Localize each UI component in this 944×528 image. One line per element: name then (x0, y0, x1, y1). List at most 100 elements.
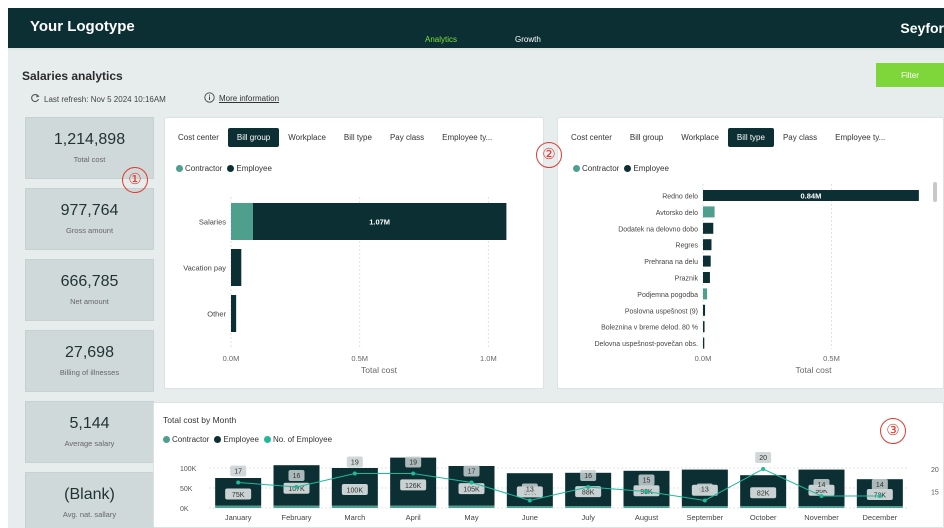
bill-group-chart-panel: Cost center Bill group Workplace Bill ty… (164, 117, 544, 389)
legend-label: Contractor (172, 435, 210, 444)
bar-contractor (740, 506, 787, 508)
panel2-legend: Contractor Employee (573, 164, 669, 173)
bar-contractor (623, 506, 670, 508)
month-label: November (804, 513, 839, 522)
bar-employee (231, 249, 242, 286)
month-label: October (750, 513, 777, 522)
category-label: Other (207, 310, 226, 319)
contractor-swatch (176, 165, 183, 173)
employee-swatch (624, 165, 632, 173)
employee-count-point (294, 485, 299, 489)
y-tick-label: 100K (180, 466, 197, 473)
tab-cost-center[interactable]: Cost center (169, 128, 228, 147)
x-axis-title: Total cost (796, 365, 833, 375)
bill-group-bar-chart[interactable]: 0.0M 0.5M 1.0M Total cost Salaries 1.07M Vacat… (165, 180, 543, 390)
tab-bill-type[interactable]: Bill type (727, 128, 774, 147)
kpi-card-net-amount: 666,785 Net amount (25, 259, 154, 321)
bar-employee (703, 321, 705, 333)
tab-pay-class[interactable]: Pay class (774, 128, 826, 147)
tab-pay-class[interactable]: Pay class (381, 128, 433, 147)
legend-contractor[interactable]: Contractor (163, 435, 209, 444)
kpi-label: Total cost (73, 155, 106, 164)
kpi-label: Avg. nat. sallary (62, 510, 117, 519)
tab-workplace[interactable]: Workplace (672, 128, 728, 147)
chart-title: Total cost by Month (163, 415, 237, 425)
bar-contractor (703, 206, 715, 218)
data-label: 0.84M (801, 192, 822, 201)
kpi-label: Gross amount (65, 226, 114, 235)
bar-employee (703, 304, 706, 316)
data-label: 75K (232, 492, 245, 499)
kpi-value: (Blank) (64, 486, 115, 503)
employee-count-point (877, 494, 882, 498)
contractor-swatch (163, 436, 170, 444)
legend-employee[interactable]: Employee (624, 164, 669, 173)
kpi-card-billing-of-illnesses: 27,698 Billing of illnesses (25, 330, 154, 392)
x-tick-label: 0.0M (223, 354, 240, 363)
tab-bill-group[interactable]: Bill group (227, 128, 280, 147)
legend-label: Contractor (185, 164, 223, 173)
category-label: Praznik (675, 276, 699, 283)
tab-analytics[interactable]: Analytics (425, 35, 457, 44)
count-label: 14 (818, 482, 826, 489)
kpi-value: 1,214,898 (53, 131, 126, 148)
tab-employee-type[interactable]: Employee ty... (826, 128, 894, 147)
count-label: 17 (234, 469, 242, 476)
bar-contractor (798, 506, 845, 508)
category-label: Poslovna uspešnost (9) (625, 308, 698, 315)
bar-employee (703, 239, 712, 251)
tab-cost-center[interactable]: Cost center (562, 128, 621, 147)
refresh-icon[interactable] (30, 93, 40, 105)
count-label: 19 (351, 460, 359, 467)
legend-contractor[interactable]: Contractor (573, 164, 619, 173)
kpi-label: Net amount (70, 297, 109, 306)
legend-employee[interactable]: Employee (214, 435, 259, 444)
filter-button[interactable]: Filter (876, 63, 944, 87)
kpi-card-gross-amount: 977,764 Gross amount (25, 188, 154, 250)
category-label: Salaries (199, 218, 226, 227)
total-cost-by-month-panel: Total cost by Month Contractor Employee … (153, 402, 944, 528)
data-label: 88K (582, 490, 595, 497)
employee-count-point (527, 498, 532, 503)
tab-bill-group[interactable]: Bill group (621, 128, 672, 147)
kpi-label: Billing of illnesses (59, 368, 120, 377)
panel3-legend: Contractor Employee No. of Employee (163, 435, 332, 444)
count-label: 17 (468, 469, 476, 476)
x-tick-label: 1.0M (480, 354, 497, 363)
tab-growth[interactable]: Growth (515, 35, 541, 44)
employee-count-point (586, 485, 591, 489)
bar-contractor (273, 505, 320, 508)
y-tick-label: 50K (180, 486, 193, 493)
tab-workplace[interactable]: Workplace (279, 128, 335, 147)
employee-count-point (819, 494, 824, 498)
more-info-link[interactable]: More information (219, 94, 279, 103)
month-label: January (225, 513, 252, 522)
contractor-swatch (573, 165, 580, 173)
tab-employee-type[interactable]: Employee ty... (433, 128, 501, 147)
panel1-legend: Contractor Employee (176, 164, 272, 173)
category-label: Regres (675, 243, 698, 250)
top-navigation-bar: Your Logotype Analytics Growth Seyfor (8, 8, 944, 48)
annotation-marker-1: ① (122, 167, 148, 193)
legend-employee[interactable]: Employee (227, 164, 272, 173)
x-tick-label: 0.0M (695, 354, 712, 363)
data-label: 1.07M (369, 218, 390, 227)
scrollbar-thumb[interactable] (933, 182, 937, 202)
count-label: 19 (409, 460, 417, 467)
legend-no-of-employee[interactable]: No. of Employee (263, 435, 332, 444)
data-label: 105K (463, 487, 480, 494)
legend-contractor[interactable]: Contractor (176, 164, 222, 173)
bar-contractor (331, 505, 378, 508)
y2-tick-label: 15 (931, 490, 939, 497)
tab-bill-type[interactable]: Bill type (335, 128, 381, 147)
bar-contractor (565, 506, 612, 508)
more-info[interactable]: More information (204, 92, 279, 105)
bill-type-bar-chart[interactable]: 0.0M 0.5M Total cost Redno delo 0.84M Avtorsk… (558, 180, 943, 390)
bar-employee (703, 337, 705, 349)
legend-label: Employee (633, 164, 669, 173)
monthly-cost-combo-chart[interactable]: 0K50K100K152075KJanuary107KFebruary100KM… (154, 447, 943, 527)
logo: Your Logotype (30, 18, 135, 35)
data-label: 82K (757, 491, 770, 498)
month-label: May (464, 513, 478, 522)
month-label: December (863, 513, 898, 522)
